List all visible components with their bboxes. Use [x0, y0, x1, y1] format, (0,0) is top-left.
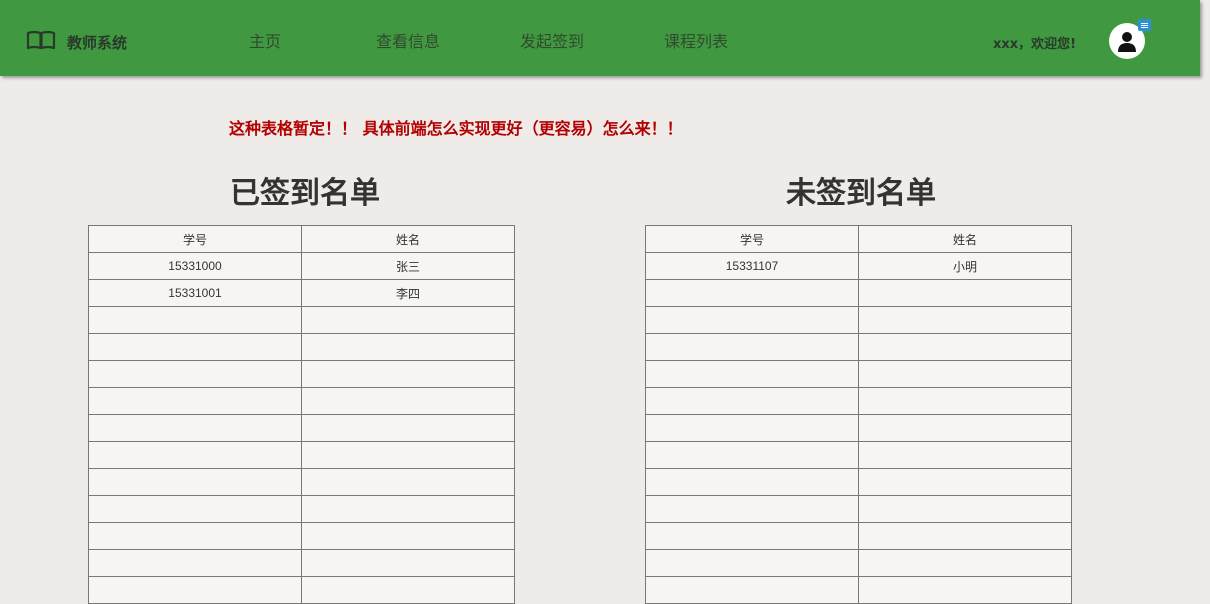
- student-name-cell: [301, 495, 515, 523]
- student-name-cell: 小明: [858, 252, 1072, 280]
- brand-title: 教师系统: [67, 33, 128, 52]
- column-header-student-id: 学号: [645, 225, 859, 253]
- student-name-cell: [858, 549, 1072, 577]
- student-id-cell: [645, 576, 859, 604]
- student-id-cell: [645, 333, 859, 361]
- student-name-cell: [301, 549, 515, 577]
- student-id-cell: [88, 522, 302, 550]
- student-id-cell: 15331001: [88, 279, 302, 307]
- student-id-cell: [645, 522, 859, 550]
- student-id-cell: [88, 549, 302, 577]
- student-name-cell: [858, 306, 1072, 334]
- student-name-cell: [301, 306, 515, 334]
- student-id-cell: [645, 468, 859, 496]
- student-name-cell: [858, 333, 1072, 361]
- student-id-cell: 15331000: [88, 252, 302, 280]
- student-id-cell: [88, 468, 302, 496]
- signed-table: 学号 姓名 15331000 张三 15331001 李四: [88, 225, 515, 604]
- nav-course-list[interactable]: 课程列表: [664, 28, 728, 52]
- table-row: 15331107 小明: [645, 252, 1072, 280]
- student-name-cell: [301, 387, 515, 415]
- student-name-cell: [858, 279, 1072, 307]
- table-row: [645, 495, 1072, 523]
- table-row: [88, 495, 515, 523]
- student-name-cell: [858, 414, 1072, 442]
- student-name-cell: [858, 522, 1072, 550]
- table-row: [88, 549, 515, 577]
- table-row: [88, 522, 515, 550]
- column-header-name: 姓名: [301, 225, 515, 253]
- table-row: [645, 549, 1072, 577]
- student-id-cell: [88, 441, 302, 469]
- student-name-cell: [301, 468, 515, 496]
- student-id-cell: [88, 576, 302, 604]
- welcome-text: xxx，欢迎您!: [993, 37, 1077, 52]
- student-name-cell: 李四: [301, 279, 515, 307]
- student-id-cell: [88, 414, 302, 442]
- student-name-cell: [301, 414, 515, 442]
- student-name-cell: [301, 360, 515, 388]
- student-id-cell: [645, 360, 859, 388]
- student-name-cell: [858, 468, 1072, 496]
- student-name-cell: [301, 522, 515, 550]
- signed-list-title: 已签到名单: [230, 176, 380, 211]
- table-row: [645, 468, 1072, 496]
- student-id-cell: [88, 360, 302, 388]
- table-row: [645, 279, 1072, 307]
- student-name-cell: [858, 441, 1072, 469]
- student-id-cell: [88, 387, 302, 415]
- table-row: [88, 576, 515, 604]
- nav-start-signin[interactable]: 发起签到: [520, 28, 584, 52]
- student-id-cell: [645, 441, 859, 469]
- student-name-cell: 张三: [301, 252, 515, 280]
- student-name-cell: [301, 441, 515, 469]
- student-id-cell: [88, 495, 302, 523]
- table-row: [645, 522, 1072, 550]
- table-row: [645, 387, 1072, 415]
- brand[interactable]: 教师系统: [26, 30, 127, 54]
- notice-text: 这种表格暂定！！ 具体前端怎么实现更好（更容易）怎么来！！: [229, 119, 683, 138]
- student-id-cell: [88, 306, 302, 334]
- table-row: [88, 414, 515, 442]
- table-row: 15331001 李四: [88, 279, 515, 307]
- top-navbar: 教师系统 主页 查看信息 发起签到 课程列表 xxx，欢迎您!: [0, 0, 1200, 76]
- nav-home[interactable]: 主页: [249, 28, 281, 52]
- table-row: [645, 414, 1072, 442]
- student-id-cell: [88, 333, 302, 361]
- table-row: [88, 360, 515, 388]
- unsigned-list-title: 未签到名单: [786, 176, 936, 211]
- table-row: [88, 387, 515, 415]
- student-name-cell: [858, 360, 1072, 388]
- table-row: [645, 306, 1072, 334]
- table-row: [88, 306, 515, 334]
- student-name-cell: [858, 387, 1072, 415]
- student-name-cell: [858, 495, 1072, 523]
- student-id-cell: [645, 387, 859, 415]
- student-id-cell: [645, 306, 859, 334]
- table-row: [88, 333, 515, 361]
- table-row: [645, 333, 1072, 361]
- student-id-cell: [645, 495, 859, 523]
- table-row: [88, 468, 515, 496]
- student-name-cell: [301, 333, 515, 361]
- student-name-cell: [301, 576, 515, 604]
- open-book-icon: [26, 30, 56, 54]
- student-name-cell: [858, 576, 1072, 604]
- column-header-student-id: 学号: [88, 225, 302, 253]
- table-row: [645, 441, 1072, 469]
- student-id-cell: [645, 549, 859, 577]
- student-id-cell: 15331107: [645, 252, 859, 280]
- column-header-name: 姓名: [858, 225, 1072, 253]
- unsigned-table: 学号 姓名 15331107 小明: [645, 225, 1072, 604]
- table-row: 15331000 张三: [88, 252, 515, 280]
- table-row: [645, 360, 1072, 388]
- table-row: [88, 441, 515, 469]
- menu-badge-icon[interactable]: [1138, 19, 1151, 31]
- table-row: [645, 576, 1072, 604]
- nav-view-info[interactable]: 查看信息: [376, 28, 440, 52]
- student-id-cell: [645, 414, 859, 442]
- student-id-cell: [645, 279, 859, 307]
